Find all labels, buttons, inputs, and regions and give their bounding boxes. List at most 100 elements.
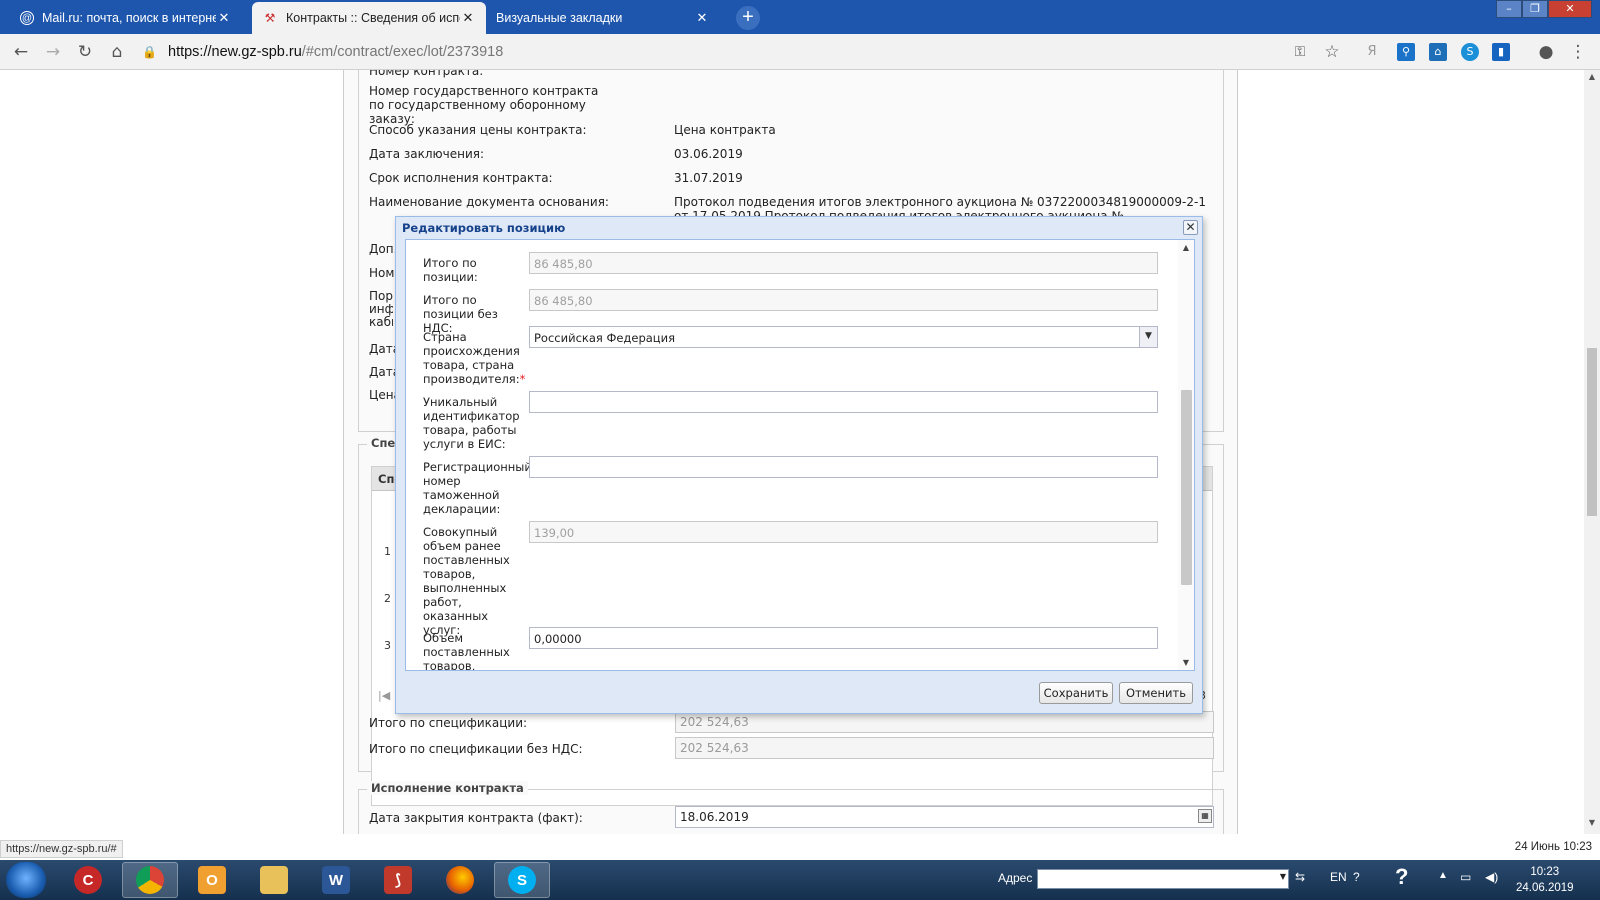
basis-document-label: Наименование документа основания: xyxy=(369,195,609,209)
scroll-thumb[interactable] xyxy=(1181,390,1192,585)
delivered-volume-field[interactable]: 0,00000 xyxy=(529,627,1158,649)
previous-volume-field[interactable]: 139,00 xyxy=(529,521,1158,543)
page-scrollbar[interactable]: ▲ ▼ xyxy=(1584,70,1600,834)
address-bar[interactable]: 🔒 https://new.gz-spb.ru/#cm/contract/exe… xyxy=(142,39,1352,65)
ccleaner-icon[interactable]: C xyxy=(60,862,116,898)
position-total-no-vat-label: Итого по позиции без НДС: xyxy=(423,293,498,335)
calendar-icon[interactable]: ▦ xyxy=(1198,809,1212,823)
close-date-label: Дата закрытия контракта (факт): xyxy=(369,811,583,825)
basis-document-value: Протокол подведения итогов электронного … xyxy=(674,195,1206,217)
close-tab-icon[interactable]: ✕ xyxy=(216,10,232,26)
spec-total-no-vat-label: Итого по спецификации без НДС: xyxy=(369,742,583,756)
url-host: https://new.gz-spb.ru xyxy=(168,44,302,60)
price-method-value: Цена контракта xyxy=(674,123,776,137)
home-icon[interactable]: ⌂ xyxy=(105,40,129,64)
scroll-down-icon[interactable]: ▼ xyxy=(1584,818,1600,832)
close-window-icon[interactable]: ✕ xyxy=(1548,0,1592,18)
new-tab-button[interactable]: + xyxy=(736,6,760,30)
country-select[interactable]: Российская Федерация ▼ xyxy=(529,326,1158,348)
dialog-scrollbar[interactable]: ▲ ▼ xyxy=(1178,240,1194,670)
file-explorer-icon[interactable] xyxy=(246,862,302,898)
url-path: /#cm/contract/exec/lot/2373918 xyxy=(301,44,504,60)
minimize-icon[interactable]: – xyxy=(1496,0,1522,18)
acrobat-icon[interactable]: ⟆ xyxy=(370,862,426,898)
contract-number-label: Номер контракта: xyxy=(369,70,484,78)
maximize-icon[interactable]: ❐ xyxy=(1522,0,1548,18)
close-tab-icon[interactable]: ✕ xyxy=(460,10,476,26)
browser-tab-strip: @ Mail.ru: почта, поиск в интернет ✕ ⚒ К… xyxy=(0,0,1600,34)
position-total-no-vat-field[interactable]: 86 485,80 xyxy=(529,289,1158,311)
clock-time: 10:23 xyxy=(1530,866,1560,878)
tab-mailru[interactable]: @ Mail.ru: почта, поиск в интернет ✕ xyxy=(10,2,242,34)
skype-extension-icon[interactable]: S xyxy=(1461,43,1479,61)
key-icon[interactable]: ⚿ xyxy=(1288,40,1312,64)
address-toolbar-input[interactable]: ▼ xyxy=(1037,869,1289,889)
language-indicator[interactable]: EN xyxy=(1330,870,1347,884)
dialog-title: Редактировать позицию xyxy=(402,221,566,235)
help-icon[interactable]: ? xyxy=(1395,864,1408,890)
bookmark-extension-icon[interactable]: ▮ xyxy=(1492,43,1510,61)
first-page-icon[interactable]: |◀ xyxy=(378,689,390,702)
scroll-up-icon[interactable]: ▲ xyxy=(1178,243,1194,252)
help-small-icon[interactable]: ? xyxy=(1353,870,1360,884)
menu-icon[interactable]: ⋮ xyxy=(1566,40,1590,64)
search-extension-icon[interactable]: ⚲ xyxy=(1397,43,1415,61)
tab-title: Контракты :: Сведения об испол xyxy=(286,11,460,25)
tab-contracts[interactable]: ⚒ Контракты :: Сведения об испол ✕ xyxy=(252,2,486,34)
partial-label: Доп. xyxy=(369,242,398,256)
spec-total-field[interactable]: 202 524,63 xyxy=(675,711,1214,733)
go-icon[interactable]: ⇆ xyxy=(1295,870,1305,884)
tab-visual-bookmarks[interactable]: Визуальные закладки ✕ xyxy=(486,2,720,34)
outlook-icon[interactable]: O xyxy=(184,862,240,898)
start-button[interactable] xyxy=(6,862,46,898)
delivered-volume-label: Объем поставленных товаров, xyxy=(423,631,510,671)
position-total-label: Итого по позиции: xyxy=(423,256,478,284)
save-button[interactable]: Сохранить xyxy=(1039,682,1113,704)
chevron-down-icon[interactable]: ▼ xyxy=(1280,872,1286,881)
word-icon[interactable]: W xyxy=(308,862,364,898)
lock-icon: 🔒 xyxy=(142,45,157,59)
spec-total-no-vat-field[interactable]: 202 524,63 xyxy=(675,737,1214,759)
chevron-down-icon[interactable]: ▼ xyxy=(1139,327,1157,347)
reload-icon[interactable]: ↻ xyxy=(73,40,97,64)
country-label-text: Страна происхождения товара, страна прои… xyxy=(423,330,520,386)
network-icon[interactable]: ▭ xyxy=(1460,870,1471,884)
window-controls: – ❐ ✕ xyxy=(1496,0,1592,18)
edit-position-dialog: Редактировать позицию ✕ Итого по позиции… xyxy=(395,216,1203,714)
cancel-button[interactable]: Отменить xyxy=(1119,682,1193,704)
close-tab-icon[interactable]: ✕ xyxy=(694,10,710,26)
taskbar: C O W ⟆ S Адрес ▼ ⇆ EN ? ? ▲ ▭ ◀) 10:23 … xyxy=(0,860,1600,900)
dialog-footer: Сохранить Отменить xyxy=(396,673,1202,713)
partial-label: Поря инфо каби xyxy=(369,290,393,329)
bookmark-star-icon[interactable]: ☆ xyxy=(1320,40,1344,64)
skype-icon[interactable]: S xyxy=(494,862,550,898)
profile-icon[interactable]: ● xyxy=(1534,40,1558,64)
position-total-field[interactable]: 86 485,80 xyxy=(529,252,1158,274)
yandex-icon[interactable]: Я xyxy=(1360,40,1384,64)
firefox-icon[interactable] xyxy=(432,862,488,898)
dialog-form: Итого по позиции: 86 485,80 Итого по поз… xyxy=(405,239,1195,671)
forward-icon[interactable]: → xyxy=(41,40,65,64)
status-date: 24 Июнь 10:23 xyxy=(1514,841,1592,853)
close-dialog-icon[interactable]: ✕ xyxy=(1183,220,1198,235)
close-date-field[interactable]: 18.06.2019 xyxy=(675,806,1214,828)
spec-total-label: Итого по спецификации: xyxy=(369,716,528,730)
tab-title: Визуальные закладки xyxy=(496,11,623,25)
scroll-down-icon[interactable]: ▼ xyxy=(1178,658,1194,667)
execution-term-label: Срок исполнения контракта: xyxy=(369,171,553,185)
eis-identifier-field[interactable] xyxy=(529,391,1158,413)
tab-title: Mail.ru: почта, поиск в интернет xyxy=(42,11,216,25)
grid-row-number: 1 xyxy=(384,545,391,558)
system-clock[interactable]: 10:23 24.06.2019 xyxy=(1516,864,1574,896)
home-extension-icon[interactable]: ⌂ xyxy=(1429,43,1447,61)
scroll-up-icon[interactable]: ▲ xyxy=(1584,72,1600,86)
back-icon[interactable]: ← xyxy=(9,40,33,64)
grid-row-number: 3 xyxy=(384,639,391,652)
show-hidden-icons-icon[interactable]: ▲ xyxy=(1438,870,1448,881)
chrome-icon[interactable] xyxy=(122,862,178,898)
volume-icon[interactable]: ◀) xyxy=(1485,870,1498,884)
clock-date: 24.06.2019 xyxy=(1516,882,1574,894)
scroll-thumb[interactable] xyxy=(1587,348,1597,516)
customs-declaration-label: Регистрационный номер таможенной деклара… xyxy=(423,460,532,516)
customs-declaration-field[interactable] xyxy=(529,456,1158,478)
